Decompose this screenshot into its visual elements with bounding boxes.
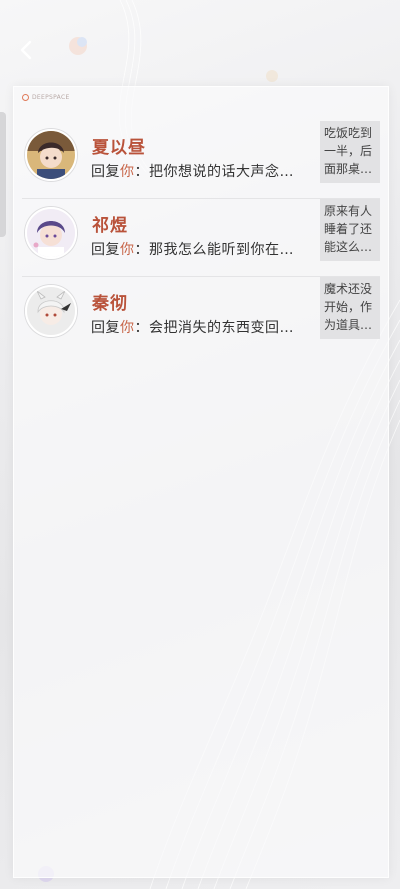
reply-text: 回复你：会把消失的东西变回… <box>91 317 313 337</box>
reply-content: ：那我怎么能听到你在… <box>134 242 294 258</box>
logo-text: DEEPSPACE <box>32 93 70 101</box>
reply-you: 你 <box>120 242 135 258</box>
sender-name: 祁煜 <box>92 216 128 236</box>
post-preview[interactable]: 魔术还没开始，作为道具… <box>320 277 380 339</box>
logo-circle-icon <box>22 93 29 101</box>
message-item[interactable]: 祁煜 回复你：那我怎么能听到你在… 原来有人睡着了还能这么… <box>14 199 388 277</box>
chevron-left-icon <box>18 39 34 65</box>
reply-text: 回复你：把你想说的话大声念… <box>91 161 313 181</box>
sender-name: 夏以昼 <box>92 138 146 158</box>
character-avatar-icon <box>27 209 75 257</box>
reply-you: 你 <box>120 164 135 180</box>
back-button[interactable] <box>10 36 42 68</box>
post-preview[interactable]: 原来有人睡着了还能这么… <box>320 199 380 261</box>
avatar[interactable] <box>25 285 77 337</box>
avatar[interactable] <box>25 129 77 181</box>
panel-header: DEEPSPACE <box>14 87 388 107</box>
side-drawer-handle[interactable] <box>0 112 6 237</box>
reply-you: 你 <box>120 320 135 336</box>
message-panel: DEEPSPACE 夏以昼 回复你：把你想说的话大声念… 吃饭吃到一半，后面那桌… <box>13 86 389 878</box>
message-item[interactable]: 夏以昼 回复你：把你想说的话大声念… 吃饭吃到一半，后面那桌… <box>14 121 388 199</box>
reply-content: ：会把消失的东西变回… <box>134 320 294 336</box>
message-list: 夏以昼 回复你：把你想说的话大声念… 吃饭吃到一半，后面那桌… 祁煜 回复你：那… <box>14 121 388 355</box>
character-avatar-icon <box>27 131 75 179</box>
brand-logo: DEEPSPACE <box>22 93 70 101</box>
message-item[interactable]: 秦彻 回复你：会把消失的东西变回… 魔术还没开始，作为道具… <box>14 277 388 355</box>
sender-name: 秦彻 <box>92 294 128 314</box>
reply-prefix: 回复 <box>91 242 120 258</box>
reply-text: 回复你：那我怎么能听到你在… <box>91 239 313 259</box>
reply-prefix: 回复 <box>91 164 120 180</box>
reply-prefix: 回复 <box>91 320 120 336</box>
avatar[interactable] <box>25 207 77 259</box>
character-avatar-icon <box>27 287 75 335</box>
post-preview[interactable]: 吃饭吃到一半，后面那桌… <box>320 121 380 183</box>
reply-content: ：把你想说的话大声念… <box>134 164 294 180</box>
